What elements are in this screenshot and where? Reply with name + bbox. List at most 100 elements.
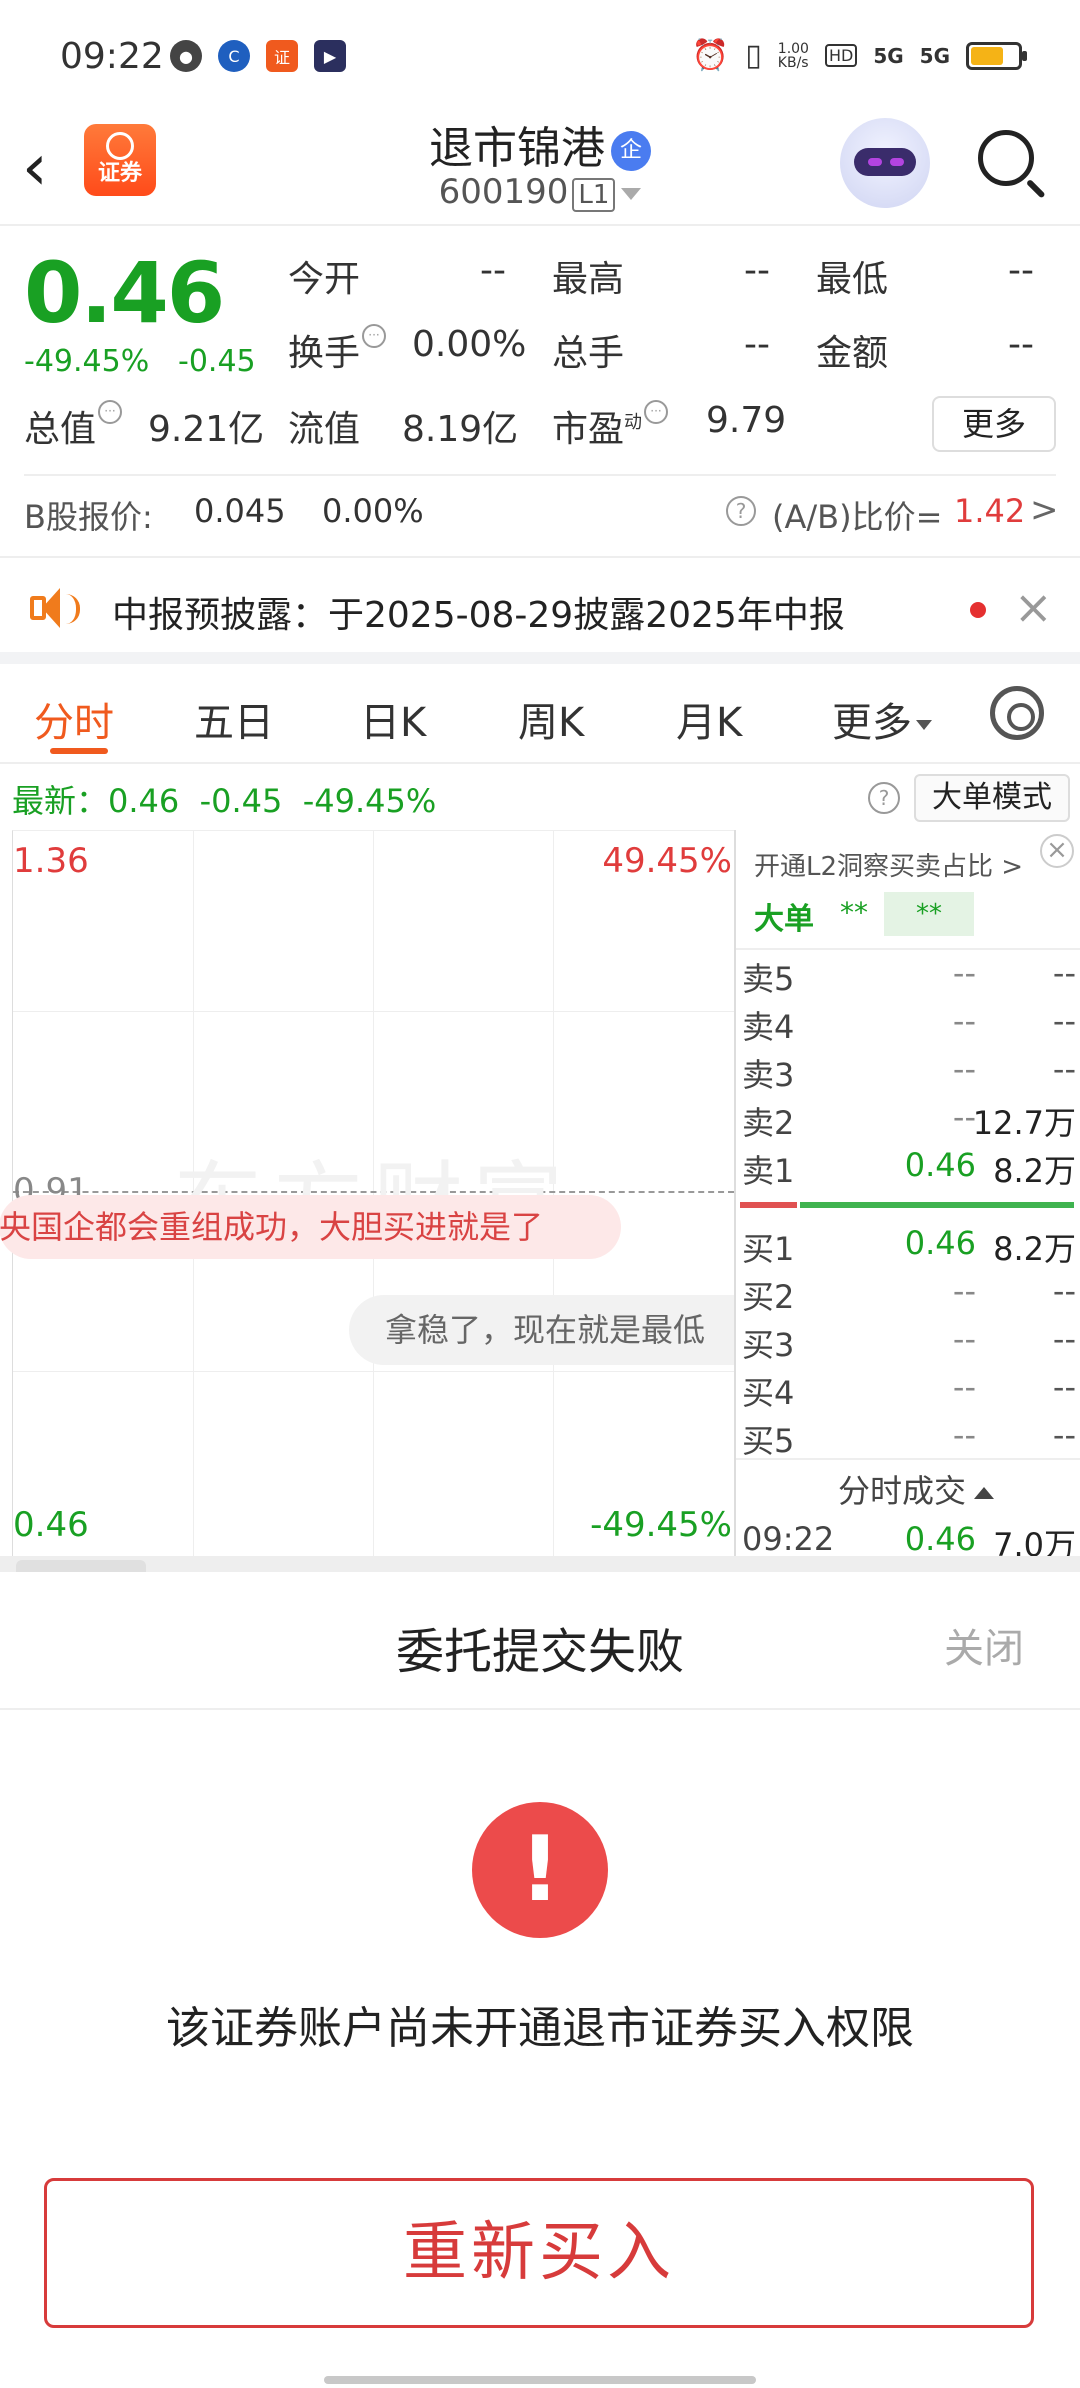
caret-down-icon: [916, 720, 932, 730]
ask-volume: 12.7万: [972, 1104, 1076, 1142]
open-value: --: [480, 250, 506, 291]
pe-label[interactable]: 市盈动···: [552, 400, 669, 452]
volume-value: --: [744, 324, 770, 365]
big-order-value: **: [840, 896, 868, 929]
order-book: 开通L2洞察买卖占比 > × 大单 ** ** 卖5 -- -- 卖4 -- -- 卖3…: [734, 830, 1080, 1572]
change-amount: -0.45: [178, 344, 256, 379]
turnover-value: 0.00%: [412, 324, 527, 365]
turnover-label[interactable]: 换手 ···: [288, 324, 387, 376]
sheet-close-button[interactable]: 关闭: [944, 1616, 1024, 1674]
caret-up-icon: [974, 1487, 995, 1499]
ask-row-1[interactable]: 卖1 0.46 8.2万: [736, 1146, 1080, 1194]
time-sales-toggle[interactable]: 分时成交: [838, 1466, 995, 1512]
rebuy-button[interactable]: 重新买入: [44, 2178, 1034, 2328]
market-cap-label[interactable]: 总值 ···: [24, 400, 123, 452]
ask-label: 卖4: [742, 1008, 795, 1046]
search-icon: [978, 130, 1034, 186]
order-book-header: 开通L2洞察买卖占比 > × 大单 ** **: [736, 830, 1080, 948]
ask-row-5[interactable]: 卖5 -- --: [736, 954, 1080, 1002]
notice-banner[interactable]: 中报预披露：于2025-08-29披露2025年中报 ×: [0, 556, 1080, 664]
robot-visor: [854, 148, 916, 176]
exclamation-icon: !: [472, 1802, 608, 1938]
bid-label: 买4: [742, 1374, 795, 1412]
play-icon: ▶: [314, 40, 346, 72]
last-price: 0.46: [24, 244, 225, 342]
more-quote-button[interactable]: 更多: [932, 396, 1056, 452]
bid-label: 买5: [742, 1422, 795, 1460]
buy-sell-ratio-bar: [740, 1202, 1074, 1208]
ask-volume: --: [1052, 954, 1076, 992]
bid-row-5[interactable]: 买5 -- --: [736, 1416, 1080, 1464]
bid-volume: --: [1052, 1368, 1076, 1406]
search-button[interactable]: [974, 126, 1048, 200]
l2-upgrade-link[interactable]: 开通L2洞察买卖占比 >: [754, 846, 1023, 883]
bid-row-4[interactable]: 买4 -- --: [736, 1368, 1080, 1416]
bid-row-3[interactable]: 买3 -- --: [736, 1320, 1080, 1368]
notification-icons: ● C 证 ▶: [170, 40, 346, 72]
speaker-wave: [66, 594, 80, 624]
tab-daily-k[interactable]: 日K: [360, 690, 426, 748]
divider: [736, 1458, 1080, 1460]
bid-row-2[interactable]: 买2 -- --: [736, 1272, 1080, 1320]
b-share-price: 0.045: [194, 492, 286, 530]
latest-summary: 最新：0.46 -0.45 -49.45%: [12, 782, 437, 820]
close-icon[interactable]: ×: [1040, 834, 1074, 868]
big-order-mode-button[interactable]: 大单模式: [914, 774, 1070, 822]
intraday-chart[interactable]: 东方财富 1.36 49.45% 0.91 0.46 -49.45% 央国企都会…: [0, 830, 735, 1556]
net-speed: 1.00 KB/s: [777, 40, 809, 71]
tab-monthly-k[interactable]: 月K: [676, 690, 742, 748]
help-icon[interactable]: ?: [868, 782, 900, 814]
float-cap-label: 流值: [288, 409, 361, 450]
comment-bubble[interactable]: 拿稳了，现在就是最低: [349, 1295, 735, 1365]
ab-ratio-label[interactable]: (A/B)比价=: [772, 492, 942, 538]
comment-bubble[interactable]: 央国企都会重组成功，大胆买进就是了: [0, 1195, 621, 1259]
caret-down-icon: [621, 187, 642, 200]
high-value: --: [744, 250, 770, 291]
pe-dynamic-mark: 动: [624, 412, 643, 433]
bid-price: --: [952, 1320, 976, 1358]
hd-icon: HD: [824, 44, 858, 67]
gear-icon[interactable]: [990, 686, 1044, 740]
ask-price: 0.46: [904, 1146, 976, 1184]
robot-eye-left: [868, 158, 882, 166]
enterprise-badge: 企: [611, 131, 651, 171]
speaker-icon: [30, 586, 80, 632]
divider: [24, 474, 1056, 476]
ask-label: 卖5: [742, 960, 795, 998]
help-icon[interactable]: ?: [726, 496, 756, 526]
bid-volume: --: [1052, 1320, 1076, 1358]
search-icon-handle: [1025, 178, 1046, 199]
error-message: 该证券账户尚未开通退市证券买入权限: [166, 2003, 914, 2054]
info-dots-icon: ···: [644, 400, 669, 424]
bid-label: 买1: [742, 1230, 795, 1268]
tick-price: 0.46: [904, 1520, 976, 1558]
signal-icon-1: 5G: [873, 43, 904, 68]
notice-close-button[interactable]: ×: [1014, 582, 1053, 632]
assistant-robot-icon[interactable]: [840, 118, 930, 208]
robot-eye-right: [890, 158, 904, 166]
bid-price: --: [952, 1368, 976, 1406]
ask-price: --: [952, 954, 976, 992]
b-share-percent: 0.00%: [322, 492, 424, 530]
ask-row-3[interactable]: 卖3 -- --: [736, 1050, 1080, 1098]
home-indicator[interactable]: [324, 2376, 756, 2384]
stock-header: ‹ 证券 退市锦港企 600190 L1: [0, 110, 1080, 226]
tab-five-day[interactable]: 五日: [194, 690, 274, 748]
tab-monthly-k-label: 月K: [676, 700, 743, 746]
y-axis-top: 1.36: [13, 841, 89, 881]
ab-ratio-value[interactable]: 1.42: [954, 492, 1025, 530]
chevron-right-icon[interactable]: >: [1030, 490, 1059, 530]
low-label: 最低: [816, 259, 889, 300]
bid-row-1[interactable]: 买1 0.46 8.2万: [736, 1224, 1080, 1272]
tab-weekly-k[interactable]: 周K: [518, 690, 584, 748]
ask-price: --: [952, 1050, 976, 1088]
tab-more[interactable]: 更多: [832, 690, 932, 748]
active-tab-indicator: [50, 748, 108, 754]
ask-row-4[interactable]: 卖4 -- --: [736, 1002, 1080, 1050]
market-cap-value: 9.21亿: [148, 409, 265, 450]
tab-intraday[interactable]: 分时: [34, 690, 114, 748]
bid-label: 买2: [742, 1278, 795, 1316]
bid-volume: --: [1052, 1272, 1076, 1310]
ask-row-2[interactable]: 卖2 -- 12.7万: [736, 1098, 1080, 1146]
notice-text[interactable]: 中报预披露：于2025-08-29披露2025年中报: [112, 586, 845, 638]
